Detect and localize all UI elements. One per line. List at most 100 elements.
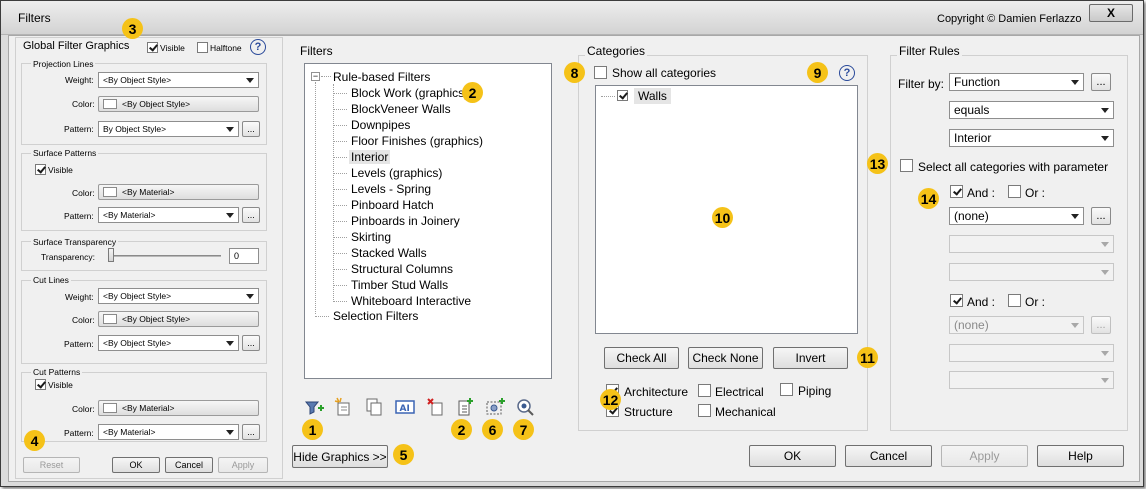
filters-tree[interactable]: − Rule-based Filters Selection Filters B…	[304, 63, 552, 379]
global-ok-button[interactable]: OK	[112, 457, 160, 473]
select-all-categories-checkbox[interactable]	[900, 159, 913, 172]
tree-root-selection-filters[interactable]: Selection Filters	[333, 309, 418, 323]
filter-item[interactable]: Downpipes	[351, 118, 410, 132]
surface-color-button[interactable]: <By Material>	[98, 184, 259, 200]
filter-item[interactable]: Interior	[349, 150, 391, 164]
filter-item[interactable]: Stacked Walls	[351, 246, 427, 260]
callout-marker: 3	[122, 18, 143, 39]
rule-parameter-select[interactable]: Function	[949, 73, 1084, 91]
delete-icon[interactable]	[426, 397, 446, 417]
rule-value-select[interactable]: Interior	[949, 129, 1114, 147]
collapse-icon[interactable]: −	[311, 72, 320, 81]
projection-weight-select[interactable]: <By Object Style>	[98, 72, 259, 88]
rule-group2-value-select[interactable]	[949, 371, 1114, 389]
close-button[interactable]: X	[1089, 4, 1133, 22]
global-visible-checkbox[interactable]	[147, 42, 158, 53]
filter-item[interactable]: Levels - Spring	[351, 182, 431, 196]
select-all-categories-label: Select all categories with parameter	[918, 160, 1109, 174]
svg-text:AI: AI	[400, 404, 410, 414]
surface-pattern-select[interactable]: <By Material>	[98, 207, 239, 223]
rename-icon[interactable]: AI	[395, 397, 415, 417]
discipline-mechanical-checkbox[interactable]	[698, 404, 711, 417]
filter-item[interactable]: Block Work (graphics)	[351, 86, 468, 100]
category-walls-label[interactable]: Walls	[634, 88, 671, 104]
ok-button[interactable]: OK	[749, 445, 836, 467]
invert-button[interactable]: Invert	[773, 347, 848, 369]
rule-group1-more-button[interactable]: ...	[1091, 207, 1111, 225]
chevron-down-icon	[1071, 80, 1079, 85]
cut-pattern-pattern-more-button[interactable]: ...	[242, 424, 260, 440]
discipline-architecture-label: Architecture	[624, 385, 689, 399]
projection-pattern-select[interactable]: By Object Style>	[98, 121, 239, 137]
chevron-down-icon	[1071, 323, 1079, 328]
rule-group2-operator-select[interactable]	[949, 344, 1114, 362]
rule-group2-and-checkbox[interactable]	[950, 294, 963, 307]
surface-pattern-more-button[interactable]: ...	[242, 207, 260, 223]
cut-weight-select[interactable]: <By Object Style>	[98, 288, 259, 304]
discipline-electrical-checkbox[interactable]	[698, 384, 711, 397]
question-icon[interactable]: ?	[250, 39, 266, 55]
projection-color-button[interactable]: <By Object Style>	[98, 96, 259, 112]
projection-pattern-more-button[interactable]: ...	[242, 121, 260, 137]
rule-group1-parameter-select[interactable]: (none)	[949, 207, 1084, 225]
apply-button[interactable]: Apply	[941, 445, 1028, 467]
rule-operator-select[interactable]: equals	[949, 101, 1114, 119]
tree-guide-line	[333, 173, 347, 174]
add-to-selection-icon[interactable]	[455, 397, 475, 417]
cut-visible-checkbox[interactable]	[35, 379, 46, 390]
cut-pattern-color-button[interactable]: <By Material>	[98, 400, 259, 416]
cancel-button[interactable]: Cancel	[845, 445, 932, 467]
filter-item[interactable]: Levels (graphics)	[351, 166, 442, 180]
filter-item[interactable]: Pinboard Hatch	[351, 198, 434, 212]
filter-item[interactable]: Timber Stud Walls	[351, 278, 448, 292]
rule-group1-value-select[interactable]	[949, 263, 1114, 281]
cut-pattern-more-button[interactable]: ...	[242, 335, 260, 351]
rule-group1-and-checkbox[interactable]	[950, 185, 963, 198]
duplicate-icon[interactable]	[364, 397, 384, 417]
rule-group2-or-checkbox[interactable]	[1008, 294, 1021, 307]
filter-item[interactable]: Structural Columns	[351, 262, 453, 276]
surface-visible-checkbox[interactable]	[35, 164, 46, 175]
tree-root-rule-based[interactable]: Rule-based Filters	[333, 70, 430, 84]
edit-selection-icon[interactable]	[485, 397, 505, 417]
new-rule-icon[interactable]	[334, 397, 354, 417]
new-filter-icon[interactable]	[304, 397, 324, 417]
global-cancel-button[interactable]: Cancel	[165, 457, 213, 473]
show-all-categories-checkbox[interactable]	[594, 66, 607, 79]
filter-item[interactable]: Floor Finishes (graphics)	[351, 134, 483, 148]
cut-color-button[interactable]: <By Object Style>	[98, 311, 259, 327]
cut-pattern-select[interactable]: <By Object Style>	[98, 335, 239, 351]
chevron-down-icon	[1071, 214, 1079, 219]
rule-group2-parameter-select[interactable]: (none)	[949, 316, 1084, 334]
category-walls-checkbox[interactable]	[617, 90, 628, 101]
filter-item[interactable]: Skirting	[351, 230, 391, 244]
check-none-button[interactable]: Check None	[688, 347, 763, 369]
hide-graphics-button[interactable]: Hide Graphics >>	[292, 445, 388, 468]
cut-lines-heading: Cut Lines	[31, 275, 71, 285]
transparency-value-field[interactable]: 0	[229, 248, 259, 264]
discipline-piping-checkbox[interactable]	[780, 383, 793, 396]
callout-marker: 13	[867, 153, 888, 174]
rule-parameter-more-button[interactable]: ...	[1091, 73, 1111, 91]
filter-item[interactable]: Whiteboard Interactive	[351, 294, 471, 308]
help-button[interactable]: Help	[1037, 445, 1124, 467]
filter-item[interactable]: BlockVeneer Walls	[351, 102, 451, 116]
chevron-down-icon	[226, 127, 234, 132]
rule-group1-or-checkbox[interactable]	[1008, 185, 1021, 198]
question-icon[interactable]: ?	[839, 65, 855, 81]
transparency-slider-thumb[interactable]	[108, 248, 114, 262]
title-bar[interactable]: Filters Copyright © Damien Ferlazzo X	[1, 1, 1143, 35]
check-all-button[interactable]: Check All	[604, 347, 679, 369]
global-apply-button[interactable]: Apply	[218, 457, 268, 473]
select-elements-icon[interactable]	[515, 397, 535, 417]
tree-guide-line	[333, 189, 347, 190]
transparency-slider-track[interactable]	[110, 255, 221, 257]
cut-pattern-pattern-select[interactable]: <By Material>	[98, 424, 239, 440]
filter-item[interactable]: Pinboards in Joinery	[351, 214, 460, 228]
reset-button[interactable]: Reset	[23, 457, 80, 473]
rule-group1-operator-select[interactable]	[949, 235, 1114, 253]
chevron-down-icon	[1101, 378, 1109, 383]
rule-group2-more-button[interactable]: ...	[1091, 316, 1111, 334]
halftone-checkbox[interactable]	[197, 42, 208, 53]
global-visible-label: Visible	[160, 43, 185, 53]
